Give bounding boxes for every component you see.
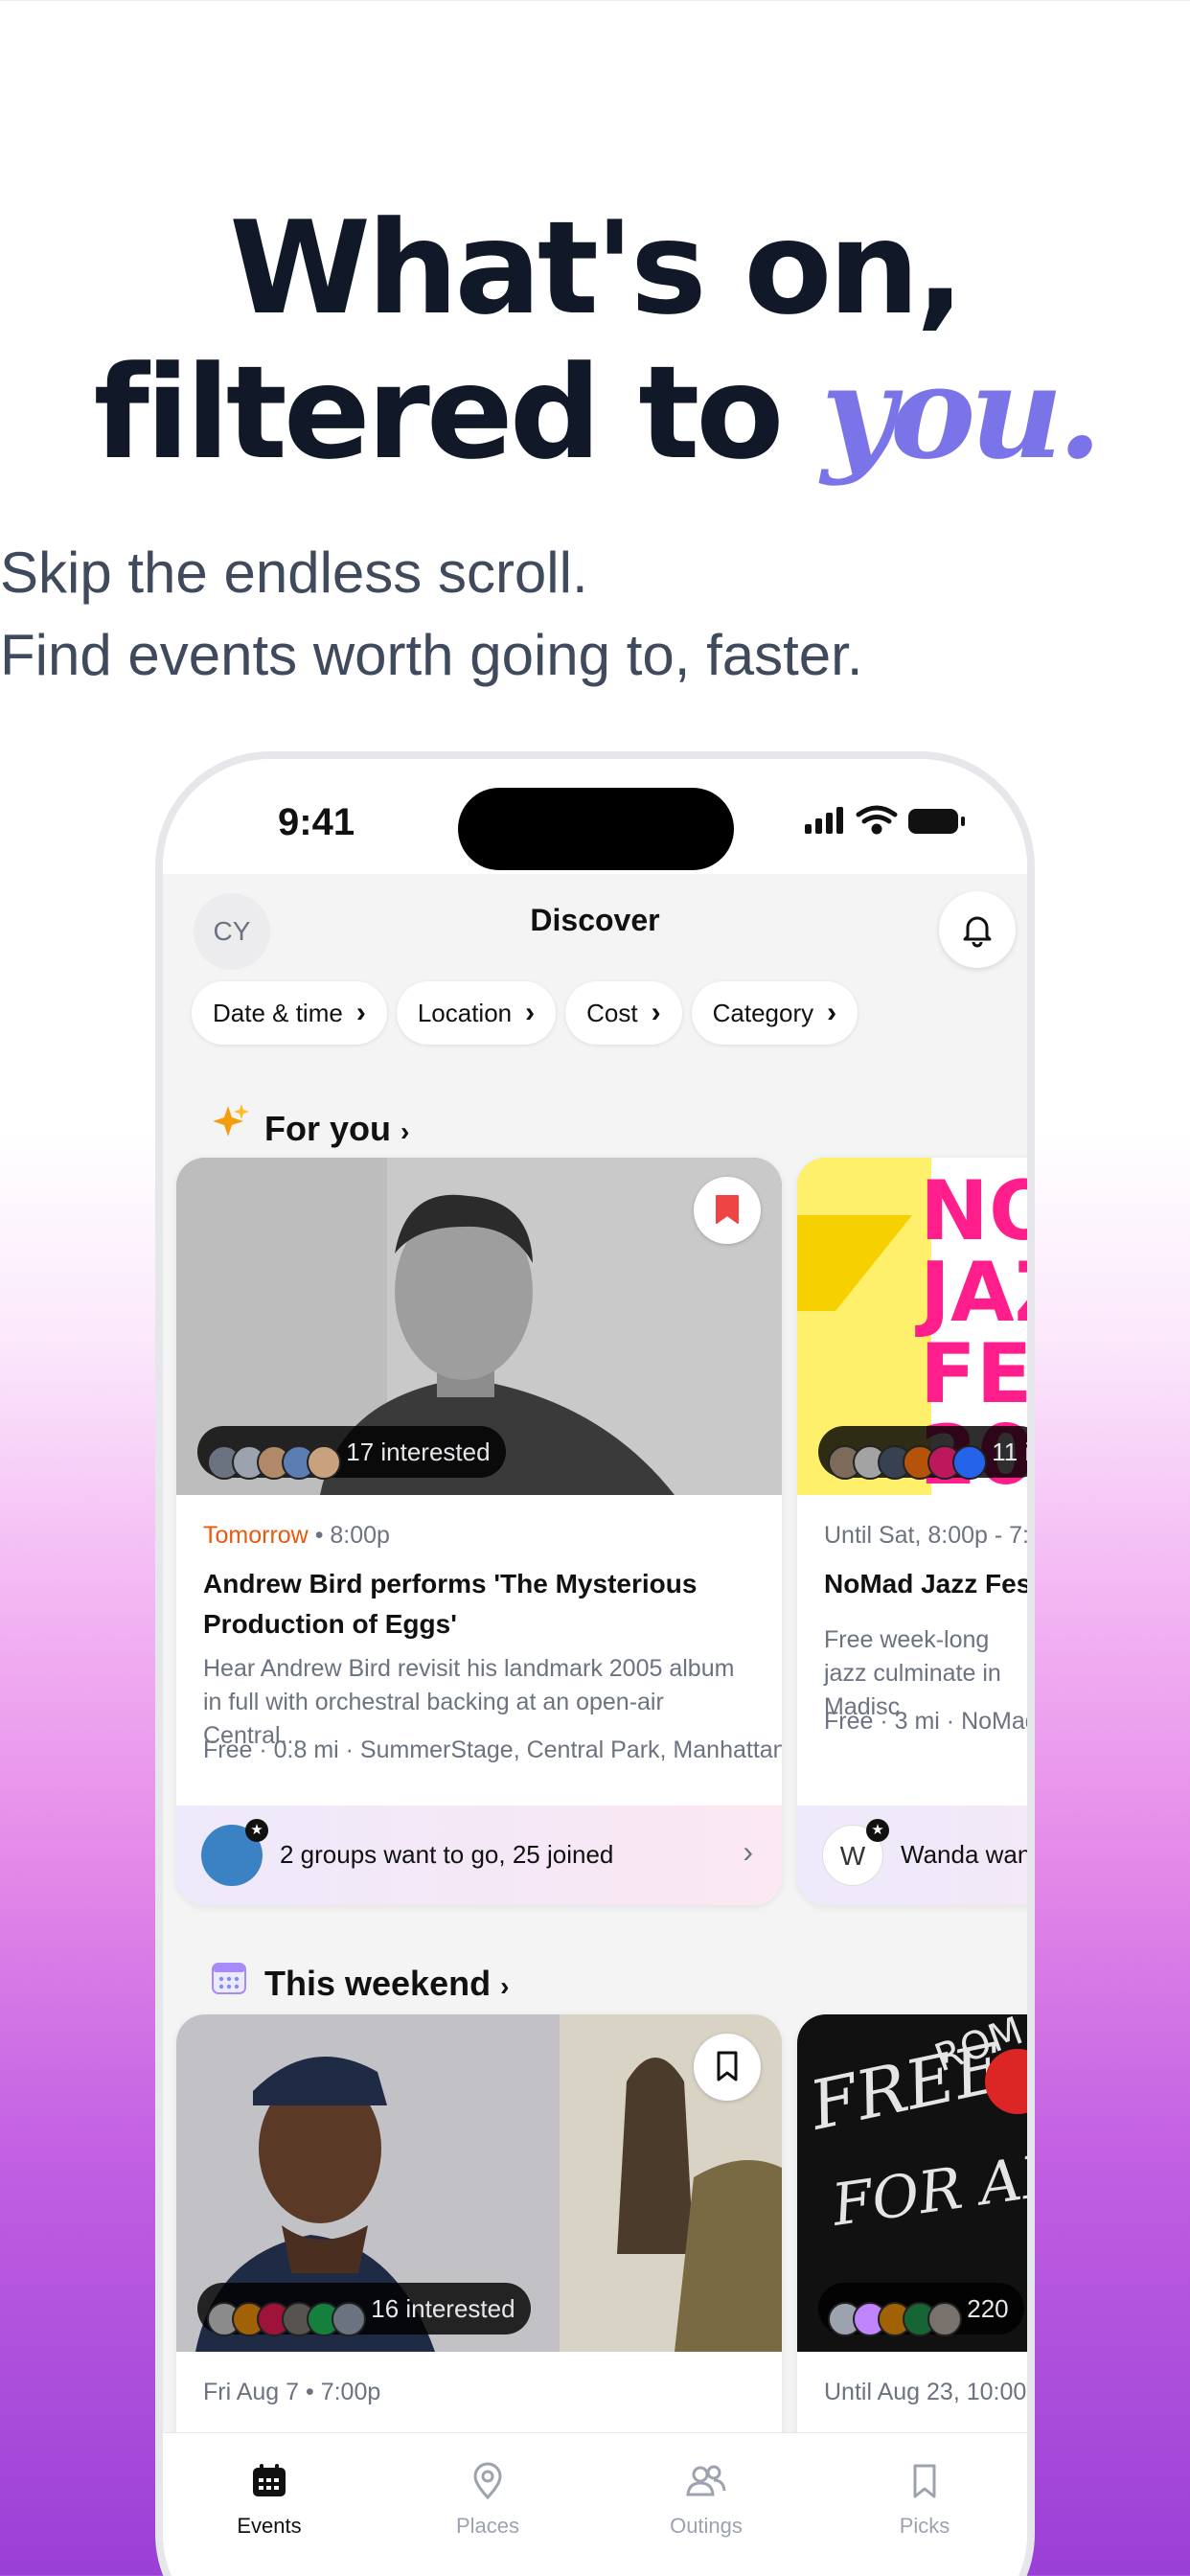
avatar-stack xyxy=(207,2291,366,2337)
filter-label: Category xyxy=(712,999,814,1027)
event-image: 16 interested xyxy=(176,2014,782,2352)
headline-dot: . xyxy=(1057,336,1103,488)
interested-count: 220 xyxy=(967,2294,1009,2323)
app-screen: 9:41 CY Discover Date & time › Location … xyxy=(163,759,1027,2576)
filter-label: Date & time xyxy=(213,999,343,1027)
headline-line-2: filtered to you. xyxy=(0,340,1190,485)
headline-accent: you xyxy=(821,336,1064,488)
event-title: Andrew Bird performs 'The Mysterious Pro… xyxy=(203,1569,698,1639)
bookmark-button[interactable] xyxy=(694,1177,761,1244)
tab-places[interactable]: Places xyxy=(416,2462,560,2539)
event-datetime: Until Sat, 8:00p - 7:5 xyxy=(824,1522,1027,1549)
filter-category[interactable]: Category › xyxy=(691,981,858,1045)
page-title: Discover xyxy=(530,903,660,937)
filter-label: Location xyxy=(417,999,513,1027)
filter-location[interactable]: Location › xyxy=(396,981,557,1045)
headline: What's on, filtered to you. xyxy=(0,196,1190,485)
star-badge-icon: ★ xyxy=(866,1819,889,1842)
event-details: Free · 3 mi · NoMad xyxy=(824,1708,1027,1735)
headline-line-2-prefix: filtered to xyxy=(93,338,822,488)
event-title: NoMad Jazz Fest xyxy=(824,1569,1027,1598)
tab-label: Places xyxy=(455,2514,520,2538)
section-title: This weekend xyxy=(264,1964,492,2003)
event-time: • 8:00p xyxy=(308,1522,390,1549)
event-card[interactable]: FREE, FOR ALL ROM 220 Until Aug 23, 10:0… xyxy=(797,2014,1027,2494)
filter-cost[interactable]: Cost › xyxy=(565,981,682,1045)
group-interest-row[interactable]: ★ 2 groups want to go, 25 joined › xyxy=(176,1806,782,1905)
status-time: 9:41 xyxy=(278,801,355,843)
tab-outings[interactable]: Outings xyxy=(634,2462,778,2539)
group-interest-text: 2 groups want to go, 25 joined xyxy=(280,1840,614,1869)
event-datetime: Until Aug 23, 10:00p xyxy=(824,2379,1027,2405)
dynamic-island xyxy=(458,788,734,870)
sparkles-icon xyxy=(211,1102,251,1149)
group-interest-row[interactable]: W ★ Wanda wan xyxy=(797,1806,1027,1905)
bookmark-filled-icon xyxy=(716,1195,739,1224)
wifi-icon xyxy=(856,805,898,835)
interested-badge: 11 i xyxy=(818,1426,1027,1481)
chevron-right-icon: › xyxy=(525,997,536,1028)
signal-icon xyxy=(805,807,843,834)
group-interest-text: Wanda wan xyxy=(901,1840,1027,1869)
headline-line-1: What's on, xyxy=(229,194,964,343)
bookmark-outline-icon xyxy=(717,2051,738,2082)
chevron-right-icon: › xyxy=(743,1834,753,1869)
interested-count: 16 interested xyxy=(371,2294,515,2323)
event-image: FREE, FOR ALL ROM 220 xyxy=(797,2014,1027,2352)
event-card[interactable]: NO JAZ FES 20 11 i Until Sat, 8:00p - 7:… xyxy=(797,1158,1027,1905)
event-card[interactable]: 16 interested Fri Aug 7 • 7:00p xyxy=(176,2014,782,2494)
event-details: Free · 0.8 mi · SummerStage, Central Par… xyxy=(203,1736,782,1763)
status-icons xyxy=(805,805,965,835)
map-pin-icon xyxy=(473,2462,502,2500)
section-title: For you xyxy=(264,1109,391,1148)
bell-icon xyxy=(963,916,992,948)
chevron-right-icon: › xyxy=(400,1116,410,1146)
event-day: Tomorrow xyxy=(203,1522,309,1549)
app-header: CY Discover xyxy=(163,874,1027,979)
filter-date-time[interactable]: Date & time › xyxy=(192,981,387,1045)
tab-events[interactable]: Events xyxy=(197,2462,341,2539)
bookmark-button[interactable] xyxy=(694,2034,761,2101)
status-bar: 9:41 xyxy=(163,759,1027,874)
chevron-right-icon: › xyxy=(651,997,661,1028)
subheadline-line-1: Skip the endless scroll. xyxy=(0,540,588,605)
phone-frame: 9:41 CY Discover Date & time › Location … xyxy=(155,751,1035,2576)
calendar-icon xyxy=(253,2464,286,2496)
tab-picks[interactable]: Picks xyxy=(853,2462,996,2539)
chevron-right-icon: › xyxy=(500,1971,510,2001)
section-this-weekend[interactable]: This weekend › xyxy=(211,1959,509,2007)
event-datetime: Fri Aug 7 • 7:00p xyxy=(203,2379,381,2405)
avatar-stack xyxy=(828,1435,987,1481)
avatar-stack xyxy=(207,1435,341,1481)
battery-icon xyxy=(908,809,965,834)
subheadline-line-2: Find events worth going to, faster. xyxy=(0,623,863,687)
interested-badge: 220 xyxy=(818,2283,1024,2337)
tab-label: Picks xyxy=(899,2514,950,2538)
avatar-stack xyxy=(828,2291,962,2337)
chevron-right-icon: › xyxy=(827,997,837,1028)
event-card[interactable]: 17 interested Tomorrow • 8:00p Andrew Bi… xyxy=(176,1158,782,1905)
notifications-button[interactable] xyxy=(939,891,1016,968)
interested-count: 11 i xyxy=(992,1438,1027,1466)
tab-label: Events xyxy=(237,2514,302,2538)
event-datetime: Tomorrow • 8:00p xyxy=(203,1522,390,1550)
calendar-icon xyxy=(211,1959,251,2004)
star-badge-icon: ★ xyxy=(245,1819,268,1842)
event-image: 17 interested xyxy=(176,1158,782,1495)
section-for-you[interactable]: For you › xyxy=(211,1102,409,1150)
tab-bar: Events Places Outings Picks xyxy=(163,2432,1027,2576)
tab-label: Outings xyxy=(670,2514,743,2538)
interested-count: 17 interested xyxy=(346,1438,491,1466)
bookmark-icon xyxy=(913,2464,936,2498)
interested-badge: 16 interested xyxy=(197,2283,531,2337)
interested-badge: 17 interested xyxy=(197,1426,506,1481)
chevron-right-icon: › xyxy=(355,997,366,1028)
people-icon xyxy=(686,2465,726,2496)
filter-chips: Date & time › Location › Cost › Category › xyxy=(192,981,867,1045)
event-image: NO JAZ FES 20 11 i xyxy=(797,1158,1027,1495)
subheadline: Skip the endless scroll. Find events wor… xyxy=(0,532,1190,697)
filter-label: Cost xyxy=(586,999,638,1027)
